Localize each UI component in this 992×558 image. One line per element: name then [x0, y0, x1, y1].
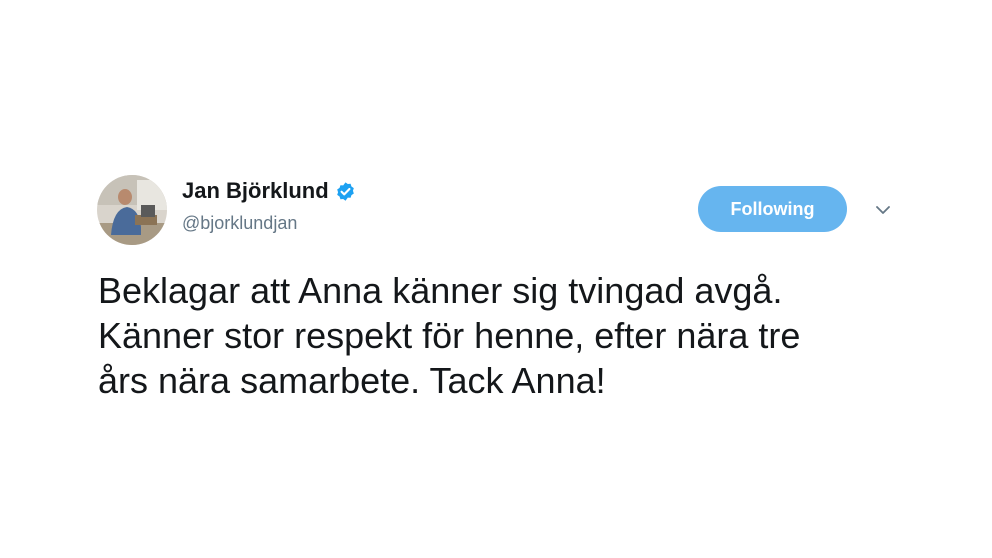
author-name-row[interactable]: Jan Björklund: [182, 178, 356, 204]
following-button[interactable]: Following: [698, 186, 847, 232]
tweet-text: Beklagar att Anna känner sig tvingad avg…: [98, 268, 918, 403]
author-handle[interactable]: @bjorklundjan: [182, 213, 297, 234]
tweet-card: Jan Björklund @bjorklundjan Following Be…: [0, 0, 992, 558]
avatar-image: [97, 175, 167, 245]
verified-badge-icon: [335, 181, 356, 202]
author-display-name[interactable]: Jan Björklund: [182, 178, 329, 204]
tweet-text-line: Känner stor respekt för henne, efter när…: [98, 315, 801, 356]
tweet-text-line: Beklagar att Anna känner sig tvingad avg…: [98, 270, 783, 311]
tweet-text-line: års nära samarbete. Tack Anna!: [98, 360, 606, 401]
chevron-down-icon[interactable]: [873, 203, 893, 217]
avatar[interactable]: [97, 175, 167, 245]
